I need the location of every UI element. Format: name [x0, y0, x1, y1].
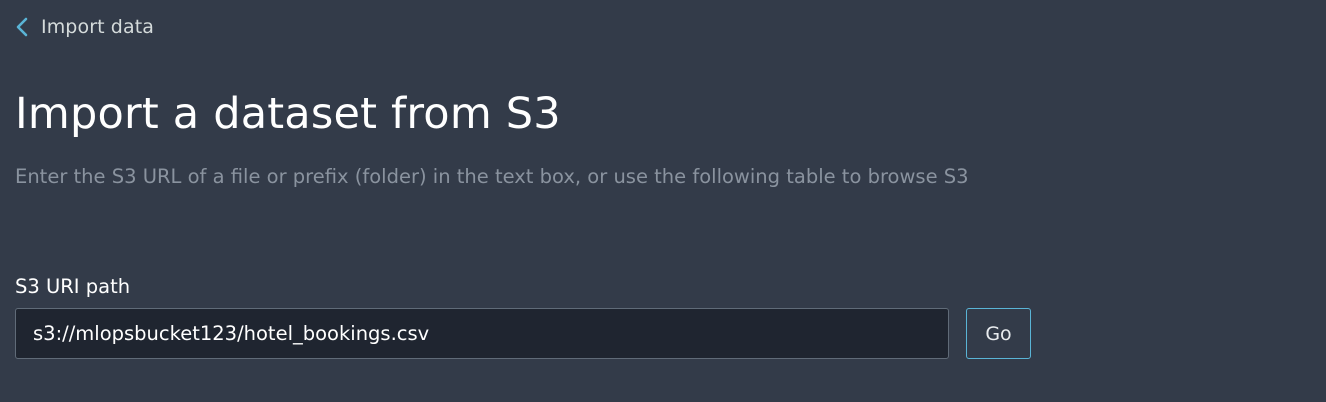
s3-uri-input[interactable] — [15, 308, 949, 359]
s3-uri-label: S3 URI path — [15, 275, 131, 298]
go-button[interactable]: Go — [966, 308, 1031, 359]
back-link-import-data[interactable]: Import data — [15, 12, 154, 42]
back-link-label: Import data — [41, 16, 154, 38]
chevron-left-icon — [15, 16, 29, 38]
page-subtitle: Enter the S3 URL of a file or prefix (fo… — [15, 165, 969, 188]
page-title: Import a dataset from S3 — [15, 89, 561, 139]
